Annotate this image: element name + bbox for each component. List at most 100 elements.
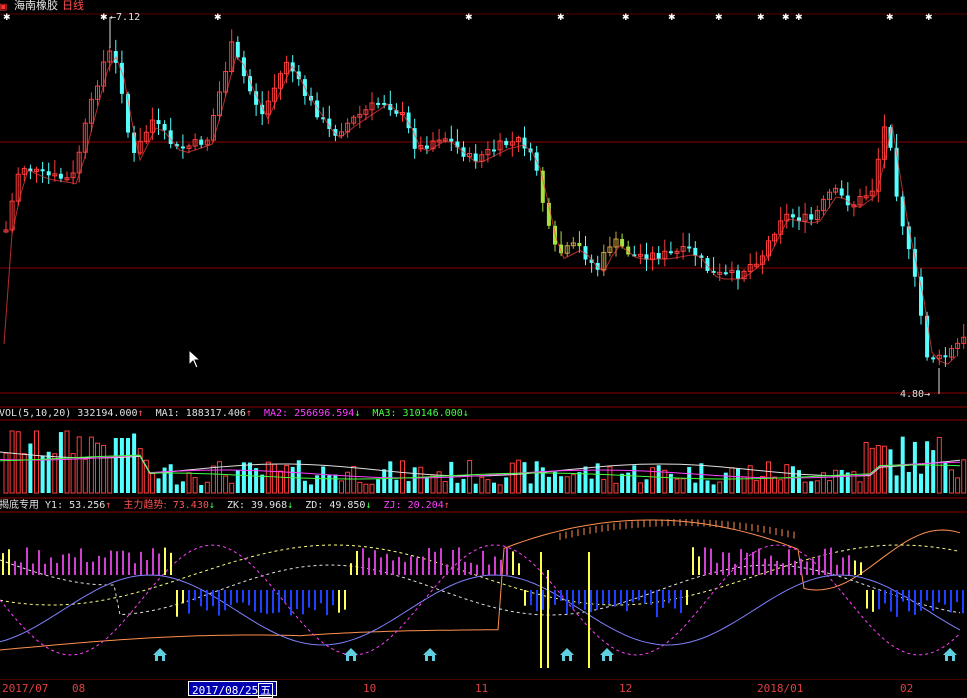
indicator-bar xyxy=(518,563,520,575)
house-marker-icon xyxy=(560,648,574,661)
volume-bar-up xyxy=(827,480,832,494)
volume-bar-up xyxy=(955,477,961,494)
indicator-bar xyxy=(344,590,346,610)
indicator-bar xyxy=(578,590,580,605)
volume-bar-down xyxy=(589,478,594,493)
period-label[interactable]: 日线 xyxy=(62,0,84,12)
volume-bar-down xyxy=(711,484,716,493)
house-marker-icon xyxy=(600,648,614,661)
chart-canvas[interactable]: ✱ ✱ ✱ ✱ ✱ ✱ ✱ ✱ ✱ ✱ ✱ ✱ ✱ xyxy=(0,0,967,697)
indicator-bar xyxy=(476,564,478,575)
y1-arrow: ↑ xyxy=(105,500,112,511)
indicator-bar xyxy=(938,590,940,603)
volume-bar-down xyxy=(394,479,399,493)
indicator-bar xyxy=(32,563,34,575)
indicator-bar xyxy=(614,590,616,607)
indicator-bar xyxy=(212,590,214,607)
star-marker-icon: ✱ xyxy=(3,13,11,23)
indicator-bar xyxy=(290,590,292,616)
indicator-bar xyxy=(794,560,796,575)
candle-down xyxy=(162,124,167,131)
volume-bar-up xyxy=(107,457,113,494)
indicator-bar xyxy=(44,563,46,575)
indicator-bar xyxy=(152,548,154,575)
ma2-value: 256696.594 xyxy=(294,408,355,419)
candle-down xyxy=(668,251,673,254)
indicator-bar xyxy=(350,563,352,575)
indicator-bar xyxy=(122,550,124,575)
ma1-arrow: ↑ xyxy=(245,408,252,419)
indicator-bar xyxy=(458,547,460,575)
vol-name[interactable]: VOL(5,10,20) xyxy=(0,408,71,419)
volume-bar-down xyxy=(174,484,179,493)
volume-bar-down xyxy=(199,484,204,493)
candle-down xyxy=(839,188,844,196)
candle-down xyxy=(931,357,936,360)
volume-bar-up xyxy=(778,479,784,494)
indicator-bar xyxy=(242,590,244,603)
volume-bar-up xyxy=(509,462,515,494)
indicator-bar xyxy=(536,590,538,612)
volume-bars[interactable] xyxy=(0,430,967,494)
volume-bar-down xyxy=(790,466,795,493)
volume-bar-down xyxy=(315,475,320,493)
indicator-bar xyxy=(128,552,130,575)
volume-bar-down xyxy=(919,473,923,493)
candle-down xyxy=(577,242,582,247)
indicator-bar xyxy=(542,590,544,610)
zk-line xyxy=(0,559,961,616)
indicator-bar xyxy=(812,559,814,575)
indicator-bar xyxy=(872,590,874,612)
candle-down xyxy=(736,270,740,279)
kline-chart-window[interactable]: ✱ ✱ ✱ ✱ ✱ ✱ ✱ ✱ ✱ ✱ ✱ ✱ ✱ ▣ 海南橡胶 日线 ←7.12 4.80→ VOL(… xyxy=(0,0,967,698)
volume-bar-up xyxy=(88,436,94,494)
indicator-name[interactable]: 揭底专用 xyxy=(0,500,39,511)
indicator-bar xyxy=(80,548,82,575)
volume-bar-up xyxy=(223,475,229,494)
volume-bar-down xyxy=(632,465,637,493)
volume-bar-down xyxy=(333,474,338,493)
volume-bar-up xyxy=(570,474,576,494)
indicator-bar xyxy=(404,561,406,575)
volume-bar-up xyxy=(15,431,21,494)
indicator-bar xyxy=(332,590,334,606)
volume-bar-down xyxy=(254,468,259,493)
star-marker-icon: ✱ xyxy=(214,13,222,23)
indicator-bar xyxy=(206,590,208,611)
volume-bar-up xyxy=(265,461,271,494)
indicator-plot[interactable] xyxy=(0,519,964,668)
volume-bar-down xyxy=(595,463,600,493)
volume-bar-up xyxy=(357,481,363,494)
indicator-bar xyxy=(692,547,694,575)
volume-bar-up xyxy=(229,482,235,494)
volume-bar-down xyxy=(943,462,948,493)
red-square-icon[interactable]: ▣ xyxy=(0,1,7,13)
indicator-bar xyxy=(194,590,196,601)
price-candles[interactable] xyxy=(3,29,967,367)
volume-bar-down xyxy=(925,441,930,493)
grid-lines xyxy=(0,13,967,681)
volume-bar-down xyxy=(406,481,411,493)
indicator-bar xyxy=(38,550,40,575)
volume-bar-up xyxy=(863,442,869,494)
indicator-bar xyxy=(146,560,148,575)
volume-bar-up xyxy=(613,482,619,494)
date-axis[interactable]: 2017/07 08 10 11 12 2018/01 02 xyxy=(0,680,967,697)
indicator-bar xyxy=(140,551,142,575)
volume-bar-up xyxy=(149,472,155,494)
house-marker-icon xyxy=(153,648,167,661)
volume-bar-up xyxy=(369,483,375,494)
indicator-bar xyxy=(698,556,700,575)
indicator-bar xyxy=(662,590,664,608)
indicator-bar xyxy=(746,552,748,575)
indicator-bar xyxy=(230,590,232,606)
volume-bar-down xyxy=(522,462,527,493)
ma3-label: MA3: xyxy=(372,408,397,419)
indicator-bar xyxy=(308,590,310,608)
volume-bar-up xyxy=(485,479,491,494)
indicator-bar xyxy=(440,548,442,575)
indicator-bar xyxy=(668,590,670,604)
volume-bar-down xyxy=(553,471,557,493)
indicator-bar xyxy=(854,560,856,575)
date-label-10: 10 xyxy=(363,682,377,695)
